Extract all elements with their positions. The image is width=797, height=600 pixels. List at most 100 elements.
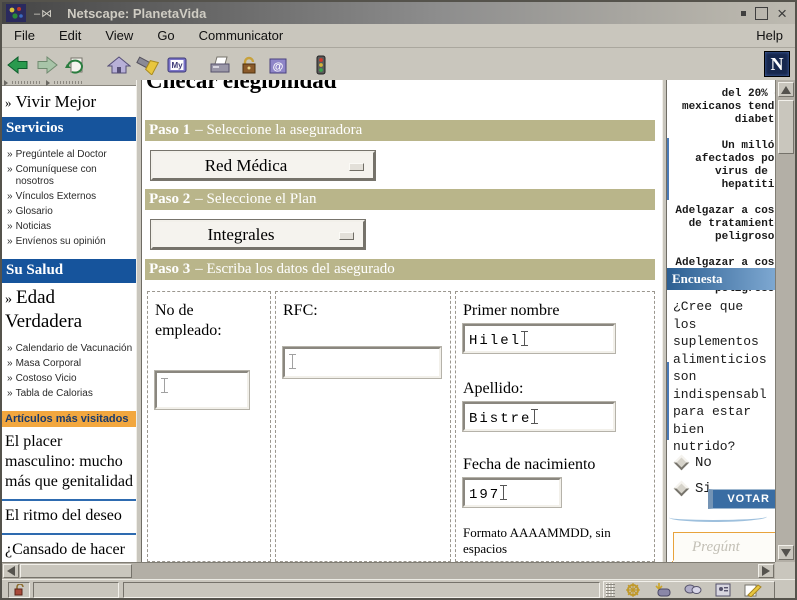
- discussions-icon[interactable]: [678, 582, 708, 598]
- sidebar-item-envienos[interactable]: »Envíenos su opinión: [7, 236, 134, 248]
- reload-icon[interactable]: [62, 52, 89, 78]
- up-arrow-icon: [781, 86, 791, 94]
- browser-content: »Vivir Mejor Servicios »Pregúntele al Do…: [2, 80, 795, 579]
- left-arrow-icon: [7, 566, 15, 576]
- sidebar-item-preguntele[interactable]: »Pregúntele al Doctor: [7, 149, 134, 161]
- scrollbar-corner: [775, 562, 795, 579]
- news-list: del 20% d mexicanos tendr diabete Un mil…: [667, 80, 777, 296]
- empleado-input[interactable]: [155, 371, 249, 409]
- servicios-links: »Pregúntele al Doctor »Comuníquese con n…: [2, 141, 136, 259]
- empleado-label: No de empleado:: [155, 301, 263, 341]
- sidebar-item-noticias[interactable]: »Noticias: [7, 221, 134, 233]
- composer-icon[interactable]: [738, 582, 768, 598]
- fecha-input[interactable]: 197: [463, 478, 561, 507]
- sidebar-item-vivir-mejor[interactable]: »Vivir Mejor: [2, 86, 136, 117]
- menu-file[interactable]: File: [2, 26, 47, 45]
- radio-diamond-icon[interactable]: [674, 481, 690, 497]
- home-icon[interactable]: [105, 52, 132, 78]
- su-salud-links: »Calendario de Vacunación »Masa Corporal…: [2, 335, 136, 411]
- address-book-icon[interactable]: [708, 582, 738, 598]
- security-status-button[interactable]: [8, 582, 30, 598]
- rfc-input[interactable]: [283, 347, 441, 378]
- article-link-1[interactable]: El placer masculino: mucho más que genit…: [2, 427, 136, 499]
- vertical-scroll-thumb[interactable]: [778, 100, 794, 154]
- scroll-left-button[interactable]: [3, 564, 19, 578]
- close-button[interactable]: ×: [777, 7, 787, 20]
- nombre-label: Primer nombre: [463, 301, 647, 321]
- my-netscape-icon[interactable]: My: [163, 52, 190, 78]
- stop-icon[interactable]: [307, 52, 334, 78]
- plan-dropdown[interactable]: Integrales: [151, 220, 365, 249]
- aseguradora-dropdown[interactable]: Red Médica: [151, 151, 375, 180]
- news-headline-2[interactable]: Un millón afectados por virus de l hepat…: [667, 140, 777, 192]
- sidebar-item-edad-verdadera[interactable]: »Edad Verdadera: [2, 283, 136, 335]
- titlebar[interactable]: ‒⋈ Netscape: PlanetaVida ×: [2, 2, 795, 24]
- sidebar-item-tabla-calorias[interactable]: »Tabla de Calorias: [7, 388, 134, 400]
- text-caret-icon: [521, 331, 528, 346]
- form-col-empleado: No de empleado:: [147, 291, 271, 562]
- menu-help[interactable]: Help: [744, 26, 795, 45]
- forward-icon[interactable]: [33, 52, 60, 78]
- doctor-card-text: Pregúnt: [692, 539, 740, 556]
- sidebar-header-servicios: Servicios: [2, 117, 136, 141]
- maximize-button[interactable]: [755, 7, 768, 20]
- sidebar-item-calendario[interactable]: »Calendario de Vacunación: [7, 343, 134, 355]
- sidebar-item-vinculos[interactable]: »Vínculos Externos: [7, 191, 134, 203]
- print-icon[interactable]: [206, 52, 233, 78]
- form-columns: No de empleado: RFC: Primer nombre Hilel…: [147, 291, 655, 562]
- nombre-input[interactable]: Hilel: [463, 324, 615, 353]
- scroll-right-button[interactable]: [758, 564, 774, 578]
- security-icon[interactable]: [235, 52, 262, 78]
- menu-go[interactable]: Go: [145, 26, 186, 45]
- survey-question: ¿Cree que los suplementos alimenticios s…: [673, 298, 767, 456]
- scroll-down-button[interactable]: [778, 545, 794, 560]
- menu-communicator[interactable]: Communicator: [187, 26, 296, 45]
- sidebar-item-glosario[interactable]: »Glosario: [7, 206, 134, 218]
- window-pin-icon[interactable]: ‒⋈: [34, 7, 53, 20]
- mailbox-icon[interactable]: [648, 582, 678, 598]
- horizontal-scrollbar[interactable]: [2, 562, 775, 579]
- svg-text:My: My: [171, 61, 183, 70]
- netscape-app-icon: [6, 4, 26, 22]
- shop-icon[interactable]: @: [264, 52, 291, 78]
- horizontal-scroll-thumb[interactable]: [20, 564, 132, 578]
- sidebar-header-su-salud: Su Salud: [2, 259, 136, 283]
- netscape-logo[interactable]: N: [764, 51, 790, 77]
- dropdown-indicator-icon: [339, 232, 354, 240]
- news-headline-1[interactable]: del 20% d mexicanos tendr diabete: [667, 88, 777, 127]
- radio-diamond-icon[interactable]: [674, 455, 690, 471]
- status-message-box: [123, 582, 600, 598]
- fecha-format-note: Formato AAAAMMDD, sin espacios: [463, 525, 647, 557]
- news-headline-3[interactable]: Adelgazar a cost de tratamiento peligros…: [667, 205, 777, 244]
- text-caret-icon: [531, 409, 538, 424]
- page-title: Checar elegibilidad: [146, 80, 337, 94]
- survey-option-no[interactable]: No: [673, 454, 712, 471]
- back-icon[interactable]: [4, 52, 31, 78]
- menu-edit[interactable]: Edit: [47, 26, 93, 45]
- sidebar-item-comuniquese[interactable]: »Comuníquese con nosotros: [7, 164, 134, 188]
- scroll-up-button[interactable]: [778, 82, 794, 97]
- rfc-label: RFC:: [283, 301, 443, 321]
- vertical-scrollbar[interactable]: [775, 80, 795, 562]
- menu-view[interactable]: View: [93, 26, 145, 45]
- sidebar-item-costoso-vicio[interactable]: »Costoso Vicio: [7, 373, 134, 385]
- component-bar-grip[interactable]: [606, 583, 615, 597]
- status-bar: [2, 579, 795, 600]
- doctor-card[interactable]: Pregúnt: [673, 532, 776, 562]
- blue-divider: [667, 362, 669, 440]
- article-link-2[interactable]: El ritmo del deseo: [2, 499, 136, 533]
- votar-button[interactable]: VOTAR: [708, 489, 777, 509]
- menu-bar: File Edit View Go Communicator Help: [2, 24, 795, 48]
- survey-option-si[interactable]: Si: [673, 480, 712, 497]
- article-link-3[interactable]: ¿Cansado de hacer siempre lo mismo con s…: [2, 533, 136, 562]
- step2-bar: Paso 2– Seleccione el Plan: [145, 189, 655, 210]
- blue-divider: [667, 138, 669, 200]
- sidebar-item-masa-corporal[interactable]: »Masa Corporal: [7, 358, 134, 370]
- apellido-input[interactable]: Bistre: [463, 402, 615, 431]
- navigator-icon[interactable]: [618, 582, 648, 598]
- open-padlock-icon: [13, 584, 25, 596]
- text-caret-icon: [161, 378, 168, 393]
- search-icon[interactable]: [134, 52, 161, 78]
- survey-header: Encuesta: [667, 268, 777, 290]
- minimize-button[interactable]: [741, 11, 746, 16]
